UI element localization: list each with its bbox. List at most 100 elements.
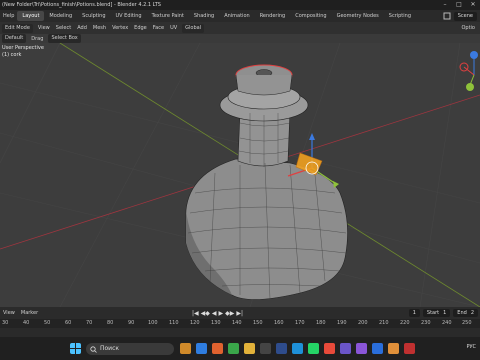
ruler-tick: 240: [442, 320, 452, 326]
taskbar-app-icon[interactable]: [372, 343, 383, 354]
taskbar-search-input[interactable]: Поиск: [86, 343, 174, 355]
system-tray: РУС: [466, 344, 476, 350]
taskbar-app-icon[interactable]: [276, 343, 287, 354]
object-name: (1) cork: [2, 52, 22, 58]
taskbar-app-icon[interactable]: [180, 343, 191, 354]
menu-vertex[interactable]: Vertex: [109, 25, 131, 31]
start-frame-field[interactable]: Start 1: [422, 309, 451, 317]
ruler-tick: 200: [358, 320, 368, 326]
ruler-tick: 170: [295, 320, 305, 326]
menu-face[interactable]: Face: [150, 25, 167, 31]
window-controls: – □ ✕: [438, 0, 480, 10]
menu-view[interactable]: View: [35, 25, 53, 31]
play-reverse-button[interactable]: ◀: [212, 310, 217, 317]
taskbar-app-icon[interactable]: [244, 343, 255, 354]
next-keyframe-button[interactable]: ◆▶: [225, 310, 234, 317]
prev-keyframe-button[interactable]: ◀◆: [201, 310, 210, 317]
timeline-ruler[interactable]: 30 40 50 60 70 80 90 100 110 120 130 140…: [0, 319, 480, 328]
windows-start-icon[interactable]: [70, 343, 81, 354]
viewport-header: Edit Mode View Select Add Mesh Vertex Ed…: [0, 22, 480, 34]
scene-selector: Scene: [443, 10, 480, 22]
view-name: User Perspective: [2, 45, 44, 51]
tab-uv-editing[interactable]: UV Editing: [111, 11, 147, 21]
close-button[interactable]: ✕: [466, 0, 480, 10]
timeline-header: View Marker |◀ ◀◆ ◀ ▶ ◆▶ ▶| 1 Start 1 End…: [0, 307, 480, 319]
ruler-tick: 120: [190, 320, 200, 326]
timeline-track[interactable]: [0, 328, 480, 337]
menu-help[interactable]: Help: [0, 13, 17, 19]
tab-shading[interactable]: Shading: [189, 11, 219, 21]
ruler-tick: 90: [128, 320, 135, 326]
scene-icon: [443, 12, 451, 20]
tab-scripting[interactable]: Scripting: [384, 11, 416, 21]
taskbar-app-icon[interactable]: [292, 343, 303, 354]
window-title-bar: (New Folder\Tri\Potions_finish\Potions.b…: [0, 0, 480, 10]
ruler-tick: 40: [23, 320, 30, 326]
taskbar-app-icon[interactable]: [228, 343, 239, 354]
taskbar-app-icon[interactable]: [196, 343, 207, 354]
blender-taskbar-icon[interactable]: [388, 343, 399, 354]
ruler-tick: 230: [421, 320, 431, 326]
viewport-canvas: [0, 43, 480, 307]
os-taskbar: Поиск РУС: [0, 337, 480, 360]
play-button[interactable]: ▶: [219, 310, 224, 317]
tab-rendering[interactable]: Rendering: [255, 11, 291, 21]
current-frame-field[interactable]: 1: [408, 309, 420, 317]
ruler-tick: 160: [274, 320, 284, 326]
taskbar-app-icon[interactable]: [324, 343, 335, 354]
frame-range: 1 Start 1 End 2: [408, 308, 478, 318]
ruler-tick: 70: [86, 320, 93, 326]
ruler-tick: 100: [148, 320, 158, 326]
minimize-button[interactable]: –: [438, 0, 452, 10]
tab-compositing[interactable]: Compositing: [290, 11, 331, 21]
end-frame-field[interactable]: End 2: [453, 309, 478, 317]
tab-texture-paint[interactable]: Texture Paint: [147, 11, 189, 21]
menu-select[interactable]: Select: [53, 25, 74, 31]
transform-orientation-dropdown[interactable]: Global: [182, 23, 205, 33]
menu-add[interactable]: Add: [74, 25, 90, 31]
jump-start-button[interactable]: |◀: [192, 310, 199, 317]
tab-sculpting[interactable]: Sculpting: [77, 11, 110, 21]
ruler-tick: 60: [65, 320, 72, 326]
tab-layout[interactable]: Layout: [17, 11, 45, 21]
tool-settings-bar: Default Drag Select Box: [0, 34, 480, 43]
ruler-tick: 130: [211, 320, 221, 326]
timeline-menu-marker[interactable]: Marker: [18, 310, 41, 316]
ruler-tick: 50: [44, 320, 51, 326]
tab-modeling[interactable]: Modeling: [44, 11, 77, 21]
search-placeholder: Поиск: [100, 345, 120, 352]
ruler-tick: 150: [253, 320, 263, 326]
scene-field[interactable]: Scene: [453, 11, 477, 21]
taskbar-app-icon[interactable]: [404, 343, 415, 354]
ruler-tick: 80: [107, 320, 114, 326]
menu-edge[interactable]: Edge: [131, 25, 150, 31]
drag-dropdown[interactable]: Select Box: [48, 34, 81, 43]
taskbar-app-icon[interactable]: [260, 343, 271, 354]
ruler-tick: 140: [232, 320, 242, 326]
taskbar-app-icon[interactable]: [308, 343, 319, 354]
mode-dropdown[interactable]: Edit Mode: [2, 23, 33, 33]
taskbar-app-icon[interactable]: [356, 343, 367, 354]
menu-uv[interactable]: UV: [167, 25, 180, 31]
search-icon: [90, 345, 97, 353]
language-indicator[interactable]: РУС: [466, 344, 476, 350]
navigation-gizmo[interactable]: [459, 51, 478, 91]
orientation-dropdown[interactable]: Default: [2, 34, 27, 43]
taskbar-app-icon[interactable]: [212, 343, 223, 354]
maximize-button[interactable]: □: [452, 0, 466, 10]
ruler-tick: 190: [337, 320, 347, 326]
playback-controls: |◀ ◀◆ ◀ ▶ ◆▶ ▶|: [192, 307, 243, 319]
taskbar-app-icon[interactable]: [340, 343, 351, 354]
tab-animation[interactable]: Animation: [219, 11, 255, 21]
viewport-info: User Perspective (1) cork: [2, 45, 44, 59]
ruler-tick: 180: [316, 320, 326, 326]
options-menu[interactable]: Optio: [458, 25, 478, 31]
drag-label: Drag: [31, 35, 44, 42]
3d-viewport[interactable]: User Perspective (1) cork: [0, 43, 480, 307]
ruler-tick: 250: [462, 320, 472, 326]
tab-geometry-nodes[interactable]: Geometry Nodes: [332, 11, 384, 21]
jump-end-button[interactable]: ▶|: [236, 310, 243, 317]
timeline-menu-view[interactable]: View: [0, 310, 18, 316]
menu-mesh[interactable]: Mesh: [90, 25, 109, 31]
window-title: (New Folder\Tri\Potions_finish\Potions.b…: [2, 2, 161, 8]
